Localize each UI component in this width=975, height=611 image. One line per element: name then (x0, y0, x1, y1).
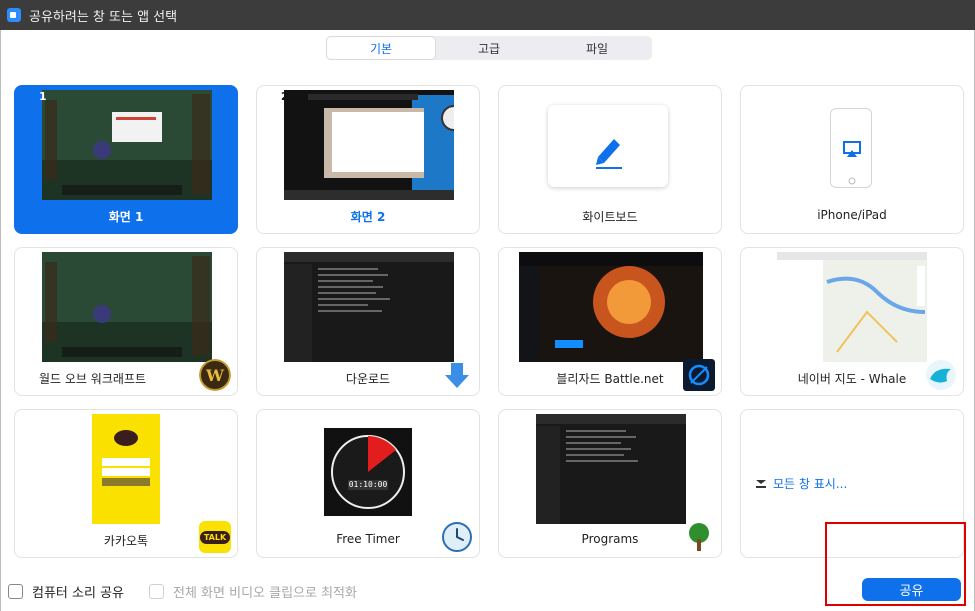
share-item-downloads[interactable]: 다운로드 (256, 247, 480, 396)
pencil-icon (596, 139, 622, 169)
file-explorer-image (284, 252, 454, 362)
share-item-world-of-warcraft[interactable]: 월드 오브 워크래프트 W (14, 247, 238, 396)
show-all-windows-label: 모든 창 표시... (773, 477, 848, 491)
share-item-naver-map-whale[interactable]: 네이버 지도 - Whale (740, 247, 964, 396)
share-item-label: iPhone/iPad (817, 208, 887, 222)
phone-preview (830, 108, 872, 188)
optimize-video-checkbox (149, 584, 164, 599)
share-item-battlenet[interactable]: 블리자드 Battle.net (498, 247, 722, 396)
computer-sound-label: 컴퓨터 소리 공유 (32, 586, 124, 601)
computer-sound-checkbox[interactable] (8, 584, 23, 599)
whale-browser-icon (926, 360, 956, 390)
screen-2-thumbnail (284, 90, 454, 200)
svg-text:W: W (205, 366, 225, 385)
window-title: 공유하려는 창 또는 앱 선택 (29, 9, 178, 25)
whiteboard-preview (548, 105, 668, 187)
tab-advanced[interactable]: 고급 (435, 37, 543, 59)
share-item-label: 화면 1 (108, 210, 144, 224)
share-item-free-timer[interactable]: 01:10:00 Free Timer (256, 409, 480, 558)
timer-clock-image (322, 414, 414, 524)
tab-files[interactable]: 파일 (543, 37, 651, 59)
computer-sound-option[interactable]: 컴퓨터 소리 공유 (8, 582, 124, 601)
desktop-screenshot-image (284, 90, 454, 200)
clock-icon (442, 522, 472, 552)
share-item-kakaotalk[interactable]: 카카오톡 TALK (14, 409, 238, 558)
tab-bar: 기본 고급 파일 (326, 36, 652, 60)
battlenet-thumbnail (519, 252, 703, 362)
zoom-app-icon (7, 8, 21, 22)
free-timer-thumbnail: 01:10:00 (322, 414, 414, 524)
highlight-box (825, 522, 966, 606)
kakaotalk-icon-text: TALK (199, 530, 231, 544)
show-all-windows-link[interactable]: 모든 창 표시... (755, 475, 847, 492)
downloads-thumbnail (284, 252, 454, 362)
share-window: 기본 고급 파일 1 화면 1 2 화면 2 화이트보드 iPhone/iPad… (0, 30, 975, 611)
screen-number: 2 (281, 90, 289, 103)
optimize-video-label: 전체 화면 비디오 클립으로 최적화 (173, 586, 357, 601)
game-screenshot-image (42, 90, 212, 200)
kakaotalk-icon: TALK (199, 521, 231, 553)
kakaotalk-thumbnail (92, 414, 160, 524)
programs-thumbnail (536, 414, 686, 524)
expand-chevron-icon (756, 479, 766, 488)
game-screenshot-image (42, 252, 212, 362)
optimize-video-option: 전체 화면 비디오 클립으로 최적화 (149, 582, 357, 601)
battlenet-launcher-image (519, 252, 703, 362)
naver-map-thumbnail (777, 252, 927, 362)
share-item-screen-2[interactable]: 2 화면 2 (256, 85, 480, 234)
tab-basic[interactable]: 기본 (327, 37, 435, 59)
timer-display: 01:10:00 (348, 480, 388, 489)
screen-number: 1 (39, 90, 47, 103)
share-item-iphone-ipad[interactable]: iPhone/iPad (740, 85, 964, 234)
title-bar: 공유하려는 창 또는 앱 선택 (0, 0, 975, 30)
wow-thumbnail (42, 252, 212, 362)
share-item-screen-1[interactable]: 1 화면 1 (14, 85, 238, 234)
file-explorer-image (536, 414, 686, 524)
kakaotalk-login-image (92, 414, 160, 524)
share-item-whiteboard[interactable]: 화이트보드 (498, 85, 722, 234)
tree-icon (689, 523, 709, 551)
share-item-label: 화면 2 (350, 210, 386, 224)
airplay-icon (843, 141, 861, 185)
download-arrow-icon (445, 363, 469, 388)
map-page-image (777, 252, 927, 362)
screen-1-thumbnail (42, 90, 212, 200)
share-item-label: 화이트보드 (582, 210, 638, 224)
world-of-warcraft-icon: W (199, 359, 231, 391)
share-item-programs[interactable]: Programs (498, 409, 722, 558)
battlenet-icon (683, 359, 715, 391)
